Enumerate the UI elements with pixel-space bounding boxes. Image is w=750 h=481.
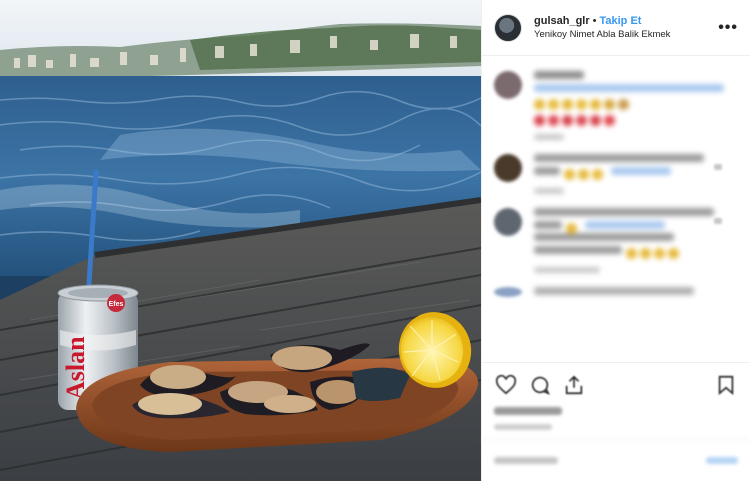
post-side-panel: gulsah_glr • Takip Et Yenikoy Nimet Abla B…	[481, 0, 750, 481]
post-date-blurred	[494, 424, 552, 430]
post-photo[interactable]: Aslan Efes	[0, 0, 481, 481]
author-avatar[interactable]	[494, 13, 522, 42]
comment-icon[interactable]	[528, 373, 552, 397]
commenter-avatar[interactable]	[494, 208, 522, 236]
post-modal: Aslan Efes gulsah_glr • Takip Et Yenikoy…	[0, 0, 750, 481]
add-comment-bar	[482, 439, 750, 481]
follow-button[interactable]: Takip Et	[599, 15, 641, 27]
share-icon[interactable]	[562, 373, 586, 397]
comment-text-blurred	[534, 154, 738, 194]
comment-like-icon[interactable]	[714, 218, 722, 224]
can-badge-text: Efes	[109, 301, 124, 308]
post-location[interactable]: Yenikoy Nimet Abla Balik Ekmek	[534, 28, 712, 41]
comment-text-blurred	[534, 287, 738, 300]
comment-input-blurred[interactable]	[494, 457, 558, 464]
separator-dot: •	[592, 15, 597, 27]
comment-text-blurred	[534, 208, 738, 273]
commenter-avatar[interactable]	[494, 154, 522, 182]
comment-item	[494, 71, 738, 140]
comment-text-blurred	[534, 71, 738, 140]
commenter-avatar[interactable]	[494, 287, 522, 297]
comment-item	[494, 208, 738, 273]
author-info: gulsah_glr • Takip Et Yenikoy Nimet Abla B…	[534, 14, 712, 41]
photo-scene: Aslan Efes	[0, 0, 481, 481]
commenter-avatar[interactable]	[494, 71, 522, 99]
heart-icon[interactable]	[494, 373, 518, 397]
comment-item	[494, 287, 738, 300]
likes-count-blurred[interactable]	[494, 407, 562, 415]
comment-item	[494, 154, 738, 194]
post-header: gulsah_glr • Takip Et Yenikoy Nimet Abla B…	[482, 0, 750, 56]
post-actions	[482, 362, 750, 430]
more-options-icon[interactable]: •••	[712, 19, 738, 35]
comment-like-icon[interactable]	[714, 164, 722, 170]
author-username[interactable]: gulsah_glr	[534, 15, 590, 27]
comments-list	[482, 57, 750, 357]
post-comment-button-blurred[interactable]	[706, 457, 738, 464]
bookmark-icon[interactable]	[714, 373, 738, 397]
